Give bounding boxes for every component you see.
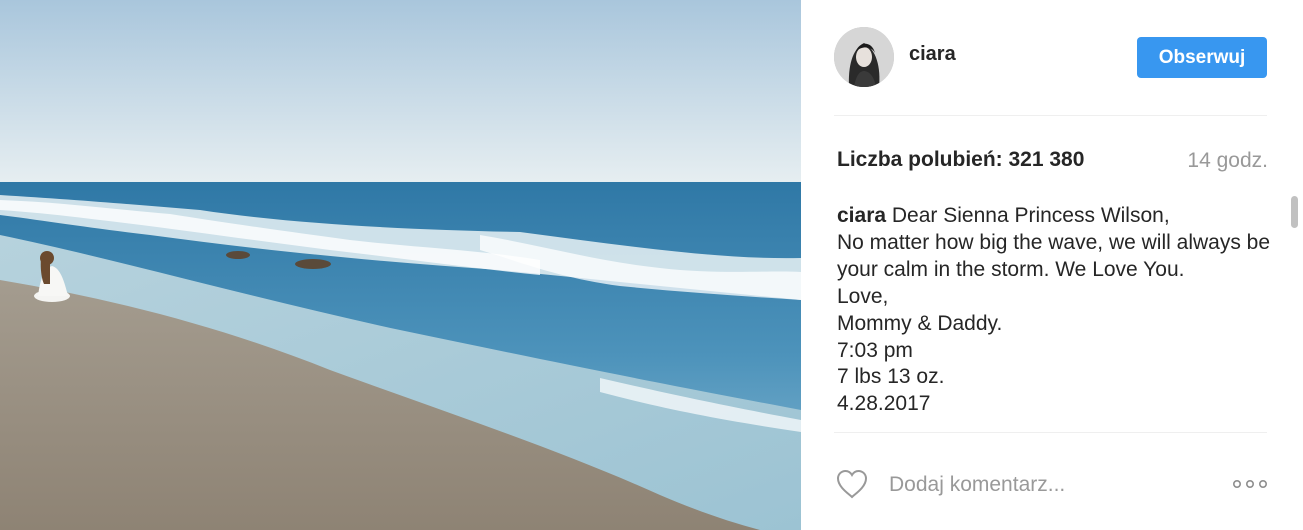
more-options-icon xyxy=(1232,480,1267,489)
likes-count[interactable]: Liczba polubień: 321 380 xyxy=(837,148,1084,172)
caption-text: Dear Sienna Princess Wilson, No matter h… xyxy=(837,204,1271,416)
scrollbar-thumb[interactable] xyxy=(1291,196,1298,228)
divider xyxy=(834,115,1267,116)
like-button[interactable] xyxy=(835,468,869,500)
username[interactable]: ciara xyxy=(909,43,956,66)
more-options-button[interactable] xyxy=(1231,473,1271,495)
caption-author[interactable]: ciara xyxy=(837,204,886,227)
divider xyxy=(834,432,1267,433)
post-timestamp[interactable]: 14 godz. xyxy=(1187,149,1268,173)
caption: ciara Dear Sienna Princess Wilson, No ma… xyxy=(837,203,1277,418)
avatar[interactable] xyxy=(834,27,894,87)
post-side-panel: ciara Obserwuj Liczba polubień: 321 380 … xyxy=(801,0,1303,530)
avatar-image xyxy=(834,27,894,87)
beach-photo-image xyxy=(0,0,801,530)
comments-scroll-area[interactable]: ciara Dear Sienna Princess Wilson, No ma… xyxy=(837,195,1277,430)
post-header: ciara Obserwuj xyxy=(801,0,1303,116)
heart-outline-icon xyxy=(836,469,868,499)
post-photo[interactable] xyxy=(0,0,801,530)
comment-input[interactable] xyxy=(889,469,1219,501)
follow-button[interactable]: Obserwuj xyxy=(1137,37,1267,78)
